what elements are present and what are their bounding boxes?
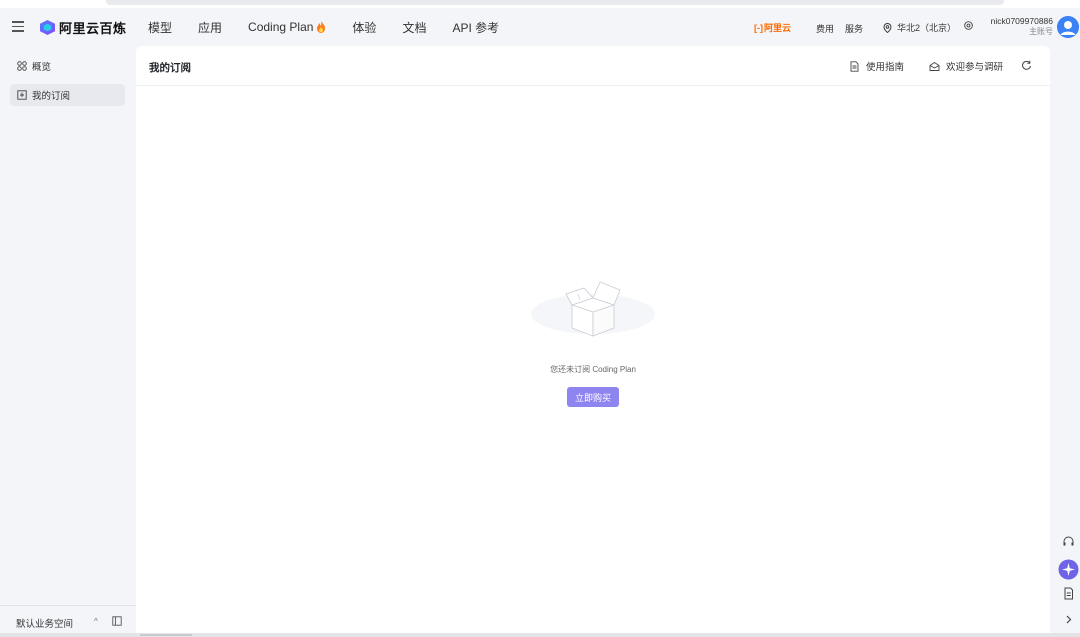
username: nick0709970886 [990, 16, 1053, 26]
workspace-selector[interactable]: 默认业务空间 [16, 616, 73, 630]
bottom-scroll-strip[interactable] [0, 633, 1080, 637]
envelope-icon [929, 61, 940, 71]
service-link[interactable]: 服务 [845, 22, 863, 35]
document-icon [850, 60, 859, 72]
main-nav: 模型 应用 Coding Plan 体验 文档 API 参考 [148, 8, 525, 46]
ai-assistant-icon[interactable] [1058, 559, 1079, 580]
subscription-icon [17, 90, 27, 100]
usage-guide-link[interactable]: 使用指南 [849, 59, 904, 73]
sidebar-item-subscription[interactable]: 我的订阅 [10, 84, 125, 106]
aliyun-brand-text: 阿里云 [764, 23, 792, 33]
gear-icon[interactable] [963, 20, 974, 31]
refresh-icon[interactable] [1021, 60, 1032, 71]
aliyun-brand-logo[interactable]: [-] 阿里云 [754, 21, 791, 34]
top-scroll-bar [106, 0, 1004, 5]
collapse-sidebar-icon[interactable] [112, 616, 122, 626]
nav-item-coding-plan[interactable]: Coding Plan [248, 20, 326, 34]
sidebar-item-label: 我的订阅 [32, 91, 71, 102]
fees-link[interactable]: 费用 [816, 22, 834, 35]
empty-box-illustration [531, 281, 655, 337]
nav-item-experience[interactable]: 体验 [352, 19, 376, 36]
logo-text: 阿里云百炼 [59, 21, 127, 36]
logo[interactable]: 阿里云百炼 [40, 18, 127, 37]
sidebar-item-label: 概览 [32, 62, 52, 73]
nav-item-models[interactable]: 模型 [148, 19, 172, 36]
browser-top-strip [0, 0, 1080, 8]
location-icon [883, 22, 892, 33]
main-panel: 我的订阅 使用指南 欢迎参与调研 您还未订阅 Coding Plan 立即购买 [136, 46, 1050, 633]
flame-icon [317, 21, 326, 33]
account-role: 主账号 [1029, 27, 1053, 36]
scroll-thumb[interactable] [140, 634, 192, 636]
survey-link[interactable]: 欢迎参与调研 [929, 59, 1003, 73]
bracket-icon: [-] [754, 22, 763, 33]
region-selector[interactable]: 华北2（北京） [883, 21, 956, 34]
empty-message: 您还未订阅 Coding Plan [550, 365, 636, 374]
menu-icon[interactable] [12, 21, 24, 32]
chevron-right-icon[interactable] [1062, 613, 1075, 626]
buy-now-button[interactable]: 立即购买 [567, 387, 619, 407]
nav-item-coding-plan-label: Coding Plan [248, 20, 314, 34]
region-label: 华北2（北京） [897, 23, 957, 33]
usage-guide-label: 使用指南 [866, 62, 905, 73]
avatar[interactable] [1057, 16, 1079, 38]
nav-item-docs[interactable]: 文档 [402, 19, 426, 36]
top-header: 阿里云百炼 模型 应用 Coding Plan 体验 文档 API 参考 [-]… [0, 8, 1080, 46]
nav-item-api-reference[interactable]: API 参考 [452, 19, 499, 36]
notes-icon[interactable] [1062, 587, 1075, 600]
survey-label: 欢迎参与调研 [946, 62, 1004, 73]
headset-icon[interactable] [1062, 535, 1075, 548]
user-info[interactable]: nick0709970886 主账号 [980, 16, 1053, 38]
logo-icon [40, 20, 55, 35]
user-avatar-icon [1057, 16, 1079, 38]
chevron-up-icon[interactable]: ^ [94, 617, 98, 626]
empty-state: 您还未订阅 Coding Plan 立即购买 [136, 86, 1050, 633]
sidebar: 概览 我的订阅 默认业务空间 ^ [0, 46, 136, 637]
nav-item-apps[interactable]: 应用 [198, 19, 222, 36]
main-header: 我的订阅 使用指南 欢迎参与调研 [136, 46, 1050, 86]
overview-icon [17, 61, 27, 71]
page-title: 我的订阅 [149, 62, 191, 74]
sidebar-item-overview[interactable]: 概览 [10, 55, 125, 77]
